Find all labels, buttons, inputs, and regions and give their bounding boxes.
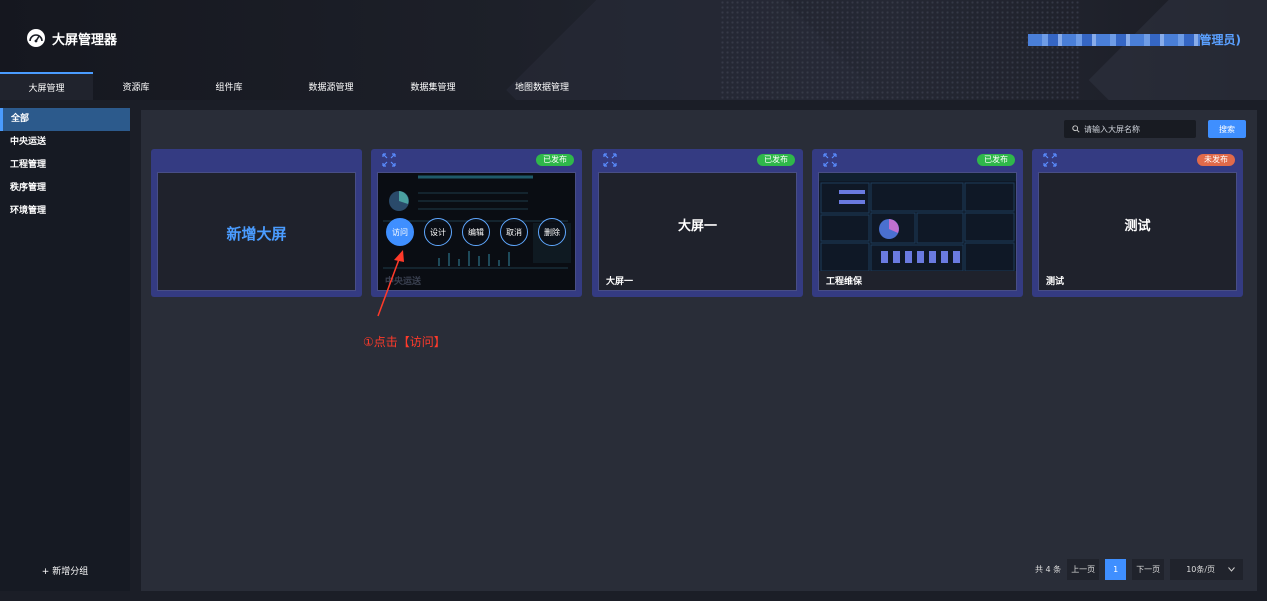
sidebar-item-central-transport[interactable]: 中央运送 [0,131,130,154]
page-size-select[interactable]: 10条/页 [1170,559,1244,580]
page-number-current[interactable]: 1 [1105,559,1127,580]
screen-name: 工程维保 [826,277,863,287]
screen-list-panel: 搜索 新增大屏 已发布 [141,110,1257,591]
annotation-text: ①点击【访问】 [363,335,446,349]
screen-center-title: 大屏一 [677,219,717,234]
card-body: 测试 测试 [1038,172,1237,291]
status-badge: 已发布 [977,154,1015,166]
card-action-bar: 访问 设计 编辑 取消 删除 [386,218,566,246]
prev-page-button[interactable]: 上一页 [1067,559,1100,580]
tab-dataset-management[interactable]: 数据集管理 [383,72,483,100]
chevron-down-icon [1228,567,1236,572]
cancel-button[interactable]: 取消 [500,218,528,246]
user-role: 管理员) [1199,33,1242,47]
edit-button[interactable]: 编辑 [462,218,490,246]
app-logo: 大屏管理器 [26,28,117,48]
search-box[interactable] [1064,120,1196,138]
tab-component-library[interactable]: 组件库 [179,72,279,100]
new-screen-label: 新增大屏 [226,225,287,243]
user-info[interactable]: 管理员) [1027,31,1242,48]
expand-icon[interactable] [382,153,396,167]
sidebar-item-order[interactable]: 秩序管理 [0,177,130,200]
screen-card[interactable]: 已发布 大屏一 大屏一 [592,149,803,297]
design-button[interactable]: 设计 [424,218,452,246]
thumbnail-image [819,173,1016,271]
search-input[interactable] [1084,124,1184,134]
card-body: 新增大屏 [157,172,356,291]
sidebar-item-all[interactable]: 全部 [0,108,130,131]
dashboard-gauge-icon [27,29,45,47]
status-badge: 未发布 [1197,154,1235,166]
page-size-value: 10条/页 [1186,565,1216,574]
app-title: 大屏管理器 [52,32,118,48]
sidebar-item-environment[interactable]: 环境管理 [0,200,130,223]
expand-icon[interactable] [823,153,837,167]
screen-name: 测试 [1046,277,1065,287]
status-badge: 已发布 [757,154,795,166]
pagination: 共 4 条 上一页 1 下一页 10条/页 [1035,559,1244,580]
next-page-button[interactable]: 下一页 [1132,559,1165,580]
screen-thumbnail [819,173,1016,271]
annotation-arrow [377,250,404,317]
search-icon [1072,125,1080,133]
blurred-username [1027,33,1200,46]
world-map-decoration [720,0,1080,100]
status-badge: 已发布 [536,154,574,166]
header-decoration [1088,0,1267,100]
card-body: 工程维保 [818,172,1017,291]
card-body: 大屏一 大屏一 [598,172,797,291]
sidebar-item-engineering[interactable]: 工程管理 [0,154,130,177]
total-count: 共 4 条 [1035,565,1062,574]
search-button[interactable]: 搜索 [1208,120,1246,138]
tab-screen-management[interactable]: 大屏管理 [0,72,93,100]
new-screen-card[interactable]: 新增大屏 [151,149,362,297]
tab-datasource-management[interactable]: 数据源管理 [279,72,383,100]
expand-icon[interactable] [603,153,617,167]
expand-icon[interactable] [1043,153,1057,167]
screen-card[interactable]: 已发布 工程维保 [812,149,1023,297]
visit-button[interactable]: 访问 [386,218,414,246]
add-group-button[interactable]: + 新增分组 [0,564,130,577]
screen-name: 大屏一 [606,277,634,287]
main-nav-tabs: 大屏管理 资源库 组件库 数据源管理 数据集管理 地图数据管理 [0,72,601,100]
screen-center-title: 测试 [1124,219,1151,234]
tab-resource-library[interactable]: 资源库 [93,72,179,100]
screen-card[interactable]: 未发布 测试 测试 [1032,149,1243,297]
tab-map-data-management[interactable]: 地图数据管理 [483,72,601,100]
group-sidebar: 全部 中央运送 工程管理 秩序管理 环境管理 + 新增分组 [0,108,130,591]
delete-button[interactable]: 删除 [538,218,566,246]
